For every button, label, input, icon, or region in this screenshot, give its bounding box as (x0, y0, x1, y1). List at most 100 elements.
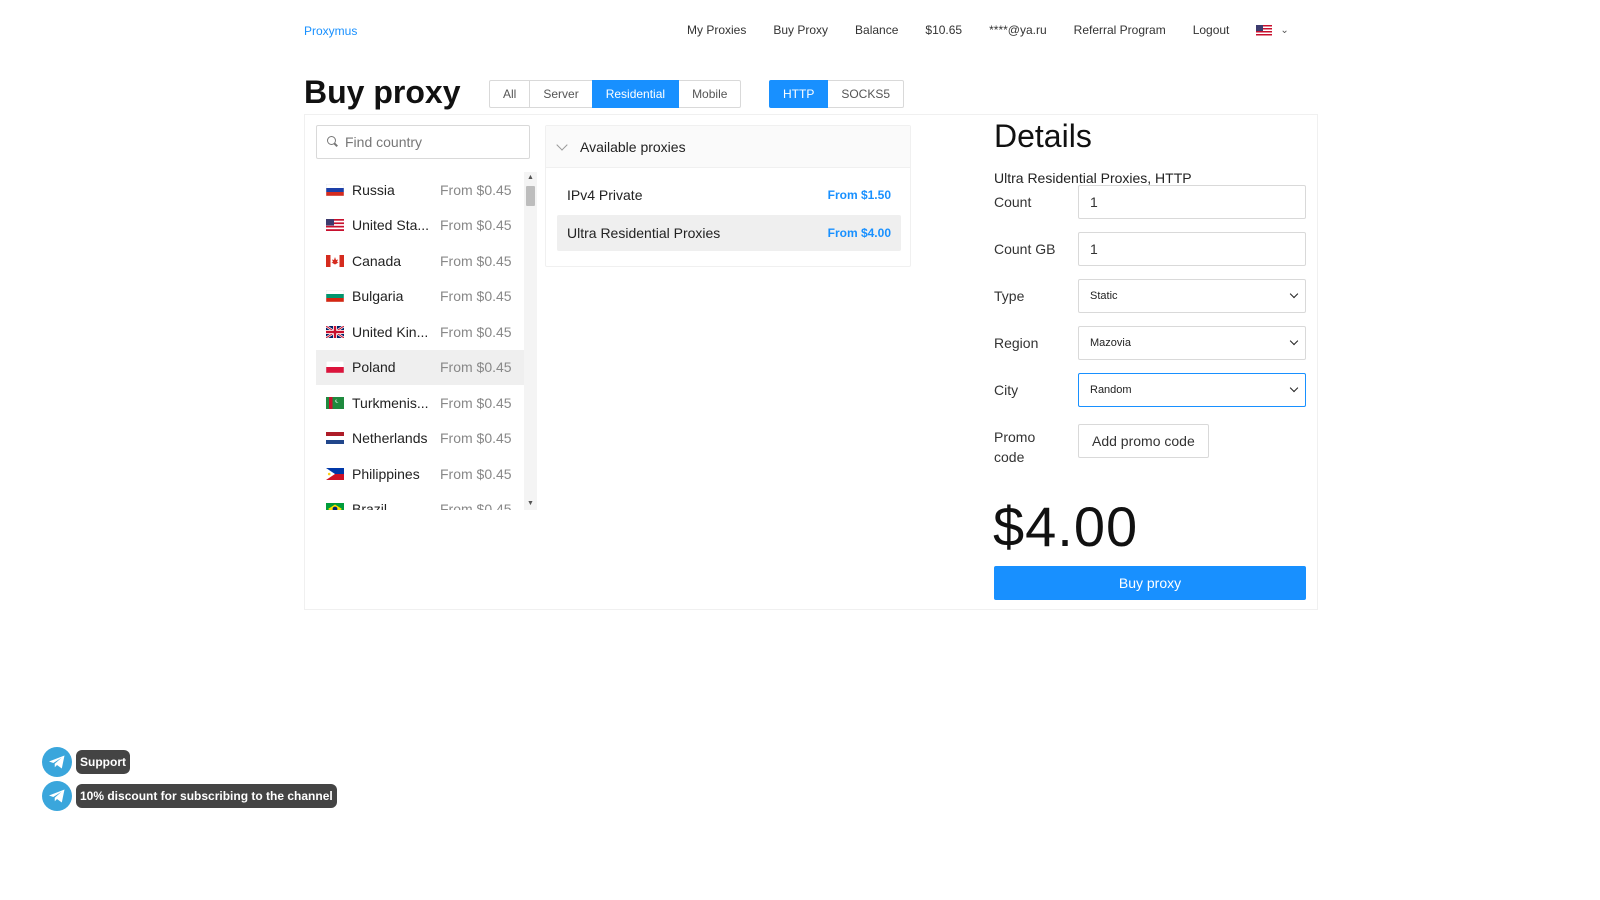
nav-user-email[interactable]: ****@ya.ru (989, 23, 1047, 37)
bulgaria-flag-icon (326, 290, 344, 303)
telegram-icon (42, 747, 72, 777)
available-proxies-header[interactable]: Available proxies (546, 126, 910, 168)
country-name: United Sta... (352, 217, 430, 234)
promo-code-label: Promo code (994, 429, 1036, 465)
count-label: Count (994, 194, 1032, 210)
country-price: From $0.45 (440, 430, 512, 447)
buy-proxy-button[interactable]: Buy proxy (994, 566, 1306, 600)
telegram-icon (42, 781, 72, 811)
nav-balance[interactable]: Balance (855, 23, 898, 37)
country-name: United Kin... (352, 323, 429, 340)
country-price: From $0.45 (440, 288, 512, 305)
country-item-russia[interactable]: Russia From $0.45 (316, 172, 524, 208)
country-name: Bulgaria (352, 288, 404, 305)
nav-logout[interactable]: Logout (1193, 23, 1230, 37)
proxy-name: Ultra Residential Proxies (567, 225, 721, 241)
country-name: Poland (352, 359, 396, 376)
country-name: Brazil (352, 501, 388, 510)
country-search-input[interactable] (345, 134, 525, 150)
top-header: Proxymus My Proxies Buy Proxy Balance $1… (0, 0, 1600, 60)
discount-channel-widget[interactable]: 10% discount for subscribing to the chan… (42, 781, 337, 811)
country-price: From $0.45 (440, 217, 512, 234)
city-select[interactable]: Random (1078, 373, 1306, 407)
region-label: Region (994, 335, 1039, 351)
proxy-name: IPv4 Private (567, 187, 643, 203)
country-name: Philippines (352, 465, 420, 482)
country-item-philippines[interactable]: Philippines From $0.45 (316, 456, 524, 492)
country-item-brazil[interactable]: Brazil From $0.45 (316, 492, 524, 510)
city-select-value: Random (1090, 384, 1132, 396)
country-item-united-states[interactable]: United Sta... From $0.45 (316, 208, 524, 244)
chevron-down-icon (1289, 383, 1299, 393)
proxy-option-ultra-residential[interactable]: Ultra Residential Proxies From $4.00 (557, 215, 901, 251)
country-list-scrollbar[interactable]: ▲ ▼ (524, 172, 537, 510)
proxy-option-ipv4-private[interactable]: IPv4 Private From $1.50 (557, 177, 901, 213)
category-residential-button[interactable]: Residential (591, 80, 680, 108)
country-price: From $0.45 (440, 323, 512, 340)
category-filter: All Server Residential Mobile (489, 80, 742, 108)
language-selector[interactable]: ⌄ (1256, 24, 1289, 36)
russia-flag-icon (326, 183, 344, 196)
country-name: Netherlands (352, 430, 428, 447)
scroll-up-arrow-icon[interactable]: ▲ (524, 172, 537, 184)
category-server-button[interactable]: Server (529, 80, 593, 108)
count-gb-input[interactable] (1078, 232, 1306, 266)
country-search (316, 125, 530, 159)
details-title: Details (994, 118, 1092, 154)
scroll-thumb[interactable] (526, 186, 535, 206)
count-input[interactable] (1078, 185, 1306, 219)
country-item-united-kingdom[interactable]: United Kin... From $0.45 (316, 314, 524, 350)
details-subtitle: Ultra Residential Proxies, HTTP (994, 170, 1192, 186)
support-widget[interactable]: Support (42, 747, 130, 777)
country-price: From $0.45 (440, 465, 512, 482)
region-select-value: Mazovia (1090, 337, 1131, 349)
canada-flag-icon (326, 254, 344, 267)
country-price: From $0.45 (440, 181, 512, 198)
country-item-bulgaria[interactable]: Bulgaria From $0.45 (316, 279, 524, 315)
netherlands-flag-icon (326, 432, 344, 445)
chevron-down-icon (1289, 289, 1299, 299)
philippines-flag-icon (326, 467, 344, 480)
country-name: Turkmenis... (352, 394, 429, 411)
country-item-turkmenistan[interactable]: Turkmenis... From $0.45 (316, 385, 524, 421)
country-item-netherlands[interactable]: Netherlands From $0.45 (316, 421, 524, 457)
available-proxies-panel: Available proxies IPv4 Private From $1.5… (545, 125, 911, 267)
country-list[interactable]: Russia From $0.45 United Sta... From $0.… (316, 172, 524, 510)
country-item-poland[interactable]: Poland From $0.45 (316, 349, 524, 385)
city-label: City (994, 382, 1019, 398)
poland-flag-icon (326, 361, 344, 374)
nav-buy-proxy[interactable]: Buy Proxy (773, 23, 828, 37)
country-item-canada[interactable]: Canada From $0.45 (316, 243, 524, 279)
proxy-price: From $4.00 (827, 226, 891, 240)
brazil-flag-icon (326, 503, 344, 510)
protocol-socks5-button[interactable]: SOCKS5 (827, 80, 905, 108)
us-flag-icon (1256, 24, 1273, 36)
page-title: Buy proxy (304, 74, 461, 110)
category-mobile-button[interactable]: Mobile (678, 80, 742, 108)
available-proxies-title: Available proxies (580, 138, 686, 155)
count-gb-label: Count GB (994, 241, 1056, 257)
nav-referral-program[interactable]: Referral Program (1074, 23, 1166, 37)
protocol-filter: HTTP SOCKS5 (769, 80, 905, 108)
country-price: From $0.45 (440, 394, 512, 411)
chevron-down-icon: ⌄ (1280, 24, 1289, 36)
category-all-button[interactable]: All (489, 80, 531, 108)
scroll-down-arrow-icon[interactable]: ▼ (524, 498, 537, 510)
chevron-down-icon (1289, 336, 1299, 346)
nav-balance-amount[interactable]: $10.65 (925, 23, 962, 37)
type-select-value: Static (1090, 290, 1118, 302)
brand-logo-link[interactable]: Proxymus (304, 24, 357, 38)
country-name: Russia (352, 181, 395, 198)
country-price: From $0.45 (440, 501, 512, 510)
type-select[interactable]: Static (1078, 279, 1306, 313)
country-price: From $0.45 (440, 252, 512, 269)
add-promo-code-button[interactable]: Add promo code (1078, 424, 1209, 458)
proxy-price: From $1.50 (827, 188, 891, 202)
nav-my-proxies[interactable]: My Proxies (687, 23, 746, 37)
main-nav: My Proxies Buy Proxy Balance $10.65 ****… (687, 22, 1289, 38)
total-price: $4.00 (993, 495, 1139, 558)
discount-label: 10% discount for subscribing to the chan… (76, 784, 337, 808)
protocol-http-button[interactable]: HTTP (769, 80, 829, 108)
region-select[interactable]: Mazovia (1078, 326, 1306, 360)
search-icon (327, 136, 339, 148)
